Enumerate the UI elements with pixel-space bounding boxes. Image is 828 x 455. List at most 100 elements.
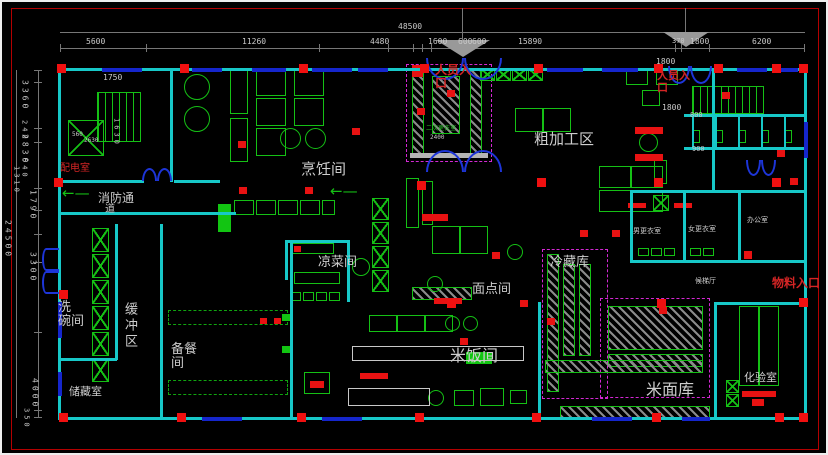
equipment-unit: [256, 68, 286, 96]
wall-segment: [738, 190, 741, 262]
equipment-unit: [230, 70, 248, 114]
column-marker: [180, 64, 189, 73]
dimension-label: 24500: [3, 220, 12, 259]
dimension-line: [462, 8, 463, 40]
round-cooker: [463, 316, 478, 331]
wall-segment: [630, 190, 806, 193]
column-marker: [299, 64, 308, 73]
red-annotation-tag: [447, 90, 455, 97]
dimension-label: 900: [692, 146, 705, 154]
dimension-label: 350: [22, 408, 30, 430]
column-marker: [654, 178, 663, 187]
round-cooker: [184, 74, 210, 100]
entrance-label: 配电室: [60, 164, 90, 175]
column-marker: [420, 64, 429, 73]
dimension-tick: [34, 82, 42, 83]
window-segment: [602, 68, 638, 72]
door-arc: [746, 160, 761, 176]
red-annotation-tag: [580, 230, 588, 237]
window-segment: [312, 68, 352, 72]
crossed-box-equipment: [92, 228, 109, 252]
red-annotation-tag: [417, 108, 425, 115]
red-annotation-tag: [722, 92, 730, 99]
wall-segment: [538, 302, 541, 420]
column-marker: [57, 64, 66, 73]
dimension-tick: [34, 417, 42, 418]
dimension-tick: [34, 142, 42, 143]
wall-segment: [804, 68, 807, 420]
crossed-box-equipment: [372, 198, 389, 220]
door-arc: [464, 150, 502, 172]
door-arc: [690, 66, 712, 84]
dimension-tick: [60, 44, 61, 52]
cad-drawing-canvas[interactable]: ←—←—烹饪间粗加工区凉菜间面点间米饭间冷藏库米面库化验室储藏室消防通道洗 碗间…: [0, 0, 828, 455]
dashed-equipment-outline: [168, 310, 288, 325]
room-label: 男更衣室: [633, 228, 661, 236]
dimension-tick: [804, 44, 805, 52]
dimension-label: 1800: [656, 58, 675, 67]
column-marker: [772, 178, 781, 187]
crossed-box-equipment: [92, 280, 109, 304]
dimension-line: [16, 70, 17, 418]
equipment-unit: [454, 390, 474, 406]
room-label: 洗 碗间: [58, 301, 84, 329]
dimension-line: [60, 48, 805, 49]
window-segment: [202, 417, 242, 421]
dimension-label: 600: [458, 38, 472, 47]
column-marker: [59, 290, 68, 299]
counter-outline: [352, 346, 524, 361]
wall-segment: [170, 68, 173, 182]
equipment-unit: [626, 70, 648, 85]
equipment-unit: [294, 272, 340, 284]
red-annotation-tag: [547, 318, 555, 325]
wall-segment: [58, 212, 236, 215]
door-swing: [42, 248, 59, 294]
red-annotation-bar: [742, 391, 776, 397]
door-arc: [42, 248, 59, 271]
equipment-unit: [432, 226, 460, 254]
column-marker: [59, 413, 68, 422]
round-cooker: [280, 128, 301, 149]
room-label: 二次更衣室: [426, 126, 456, 132]
equipment-unit: [294, 98, 324, 126]
red-annotation-tag: [352, 128, 360, 135]
equipment-unit: [397, 315, 425, 332]
window-segment: [252, 68, 286, 72]
equipment-unit: [703, 248, 714, 256]
window-segment: [592, 417, 632, 421]
equipment-unit: [638, 248, 649, 256]
column-marker: [297, 413, 306, 422]
stairs: [692, 86, 764, 114]
crossed-box-equipment: [726, 394, 739, 407]
wall-segment: [58, 180, 144, 183]
room-label: 面点间: [472, 283, 511, 297]
wall-segment: [715, 114, 717, 147]
red-annotation-tag: [274, 318, 281, 324]
window-segment: [682, 417, 710, 421]
dimension-tick: [34, 234, 42, 235]
dimension-label: 3360: [20, 80, 29, 111]
equipment-unit: [322, 200, 335, 215]
room-label: 储藏室: [69, 386, 102, 398]
column-marker: [714, 64, 723, 73]
door-arc: [142, 168, 157, 181]
dimension-label: 1800: [662, 104, 681, 113]
equipment-unit: [256, 200, 276, 215]
equipment-highlight: [218, 204, 231, 232]
red-annotation-tag: [744, 251, 752, 259]
column-marker: [177, 413, 186, 422]
wall-segment: [285, 240, 350, 243]
crossed-box-equipment: [726, 380, 739, 393]
red-annotation-tag: [260, 318, 267, 324]
red-annotation-bar: [310, 381, 324, 388]
equipment-unit: [651, 248, 662, 256]
room-label: 烹饪间: [301, 161, 346, 177]
dimension-label: 1800: [690, 38, 709, 47]
dimension-label: 15890: [518, 38, 542, 47]
dimension-label: 6200: [752, 38, 771, 47]
counter-outline: [348, 388, 430, 406]
red-annotation-tag: [612, 230, 620, 237]
column-marker: [417, 181, 426, 190]
dimension-label: 48500: [398, 23, 422, 32]
crossed-box-equipment: [92, 254, 109, 278]
